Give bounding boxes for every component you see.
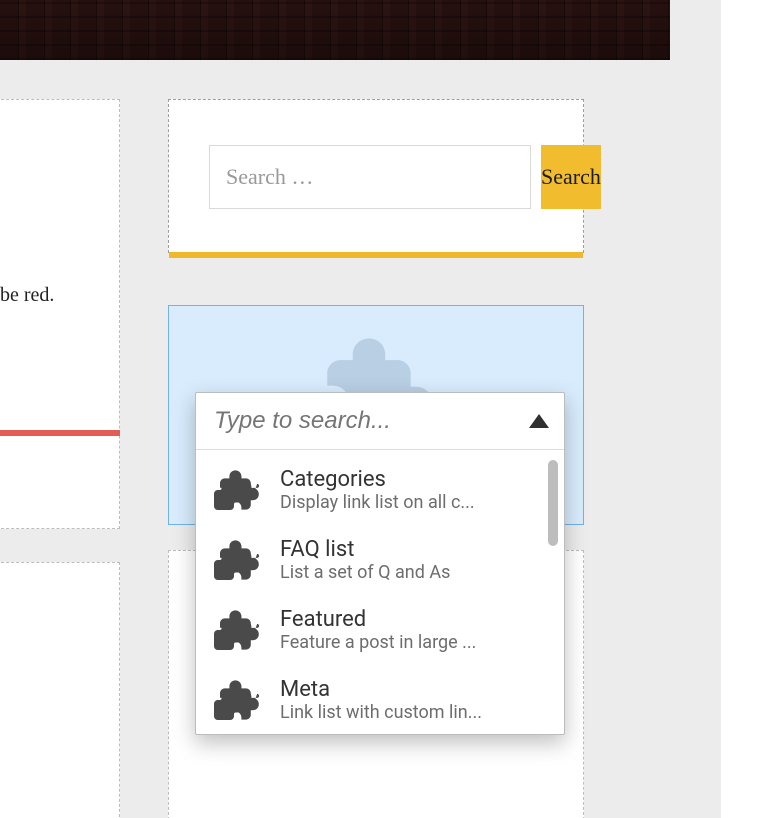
widget-option-texts: Categories Display link list on all c... (280, 468, 546, 513)
widget-option-title: FAQ list (280, 538, 546, 562)
widget-picker-search-input[interactable] (214, 407, 529, 435)
puzzle-icon (214, 608, 262, 656)
widget-picker-popover: Categories Display link list on all c...… (195, 392, 565, 735)
widget-option-title: Featured (280, 608, 546, 632)
widget-option-texts: Meta Link list with custom lin... (280, 678, 546, 723)
page-editor-workspace: be red. Search Categor (0, 0, 768, 818)
widget-option-desc: Display link list on all c... (280, 492, 532, 513)
search-form: Search (209, 145, 543, 209)
widget-option-desc: Link list with custom lin... (280, 702, 532, 723)
viewport-scrollbar-gutter[interactable] (720, 0, 768, 818)
widget-option-texts: FAQ list List a set of Q and As (280, 538, 546, 583)
collapse-up-icon[interactable] (529, 414, 549, 428)
widget-picker-header (196, 393, 564, 450)
left-card-accent (0, 430, 120, 436)
widget-option-title: Meta (280, 678, 546, 702)
left-sidebar-card (0, 562, 120, 818)
widget-option-faq-list[interactable]: FAQ list List a set of Q and As (196, 524, 564, 594)
widget-option-desc: Feature a post in large ... (280, 632, 532, 653)
puzzle-icon (214, 468, 262, 516)
puzzle-icon (214, 538, 262, 586)
widget-option-featured[interactable]: Featured Feature a post in large ... (196, 594, 564, 664)
widget-option-meta[interactable]: Meta Link list with custom lin... (196, 664, 564, 734)
header-image (0, 0, 670, 60)
widget-picker-scrollbar[interactable] (548, 460, 558, 546)
widget-option-texts: Featured Feature a post in large ... (280, 608, 546, 653)
search-input[interactable] (209, 145, 531, 209)
search-widget-card: Search (168, 99, 584, 253)
puzzle-icon (214, 678, 262, 726)
widget-option-desc: List a set of Q and As (280, 562, 532, 583)
left-content-card (0, 99, 120, 529)
search-button[interactable]: Search (541, 145, 601, 209)
left-fragment-text: be red. (0, 284, 54, 307)
widget-option-title: Categories (280, 468, 546, 492)
widget-option-categories[interactable]: Categories Display link list on all c... (196, 454, 564, 524)
widget-picker-list: Categories Display link list on all c...… (196, 450, 564, 734)
